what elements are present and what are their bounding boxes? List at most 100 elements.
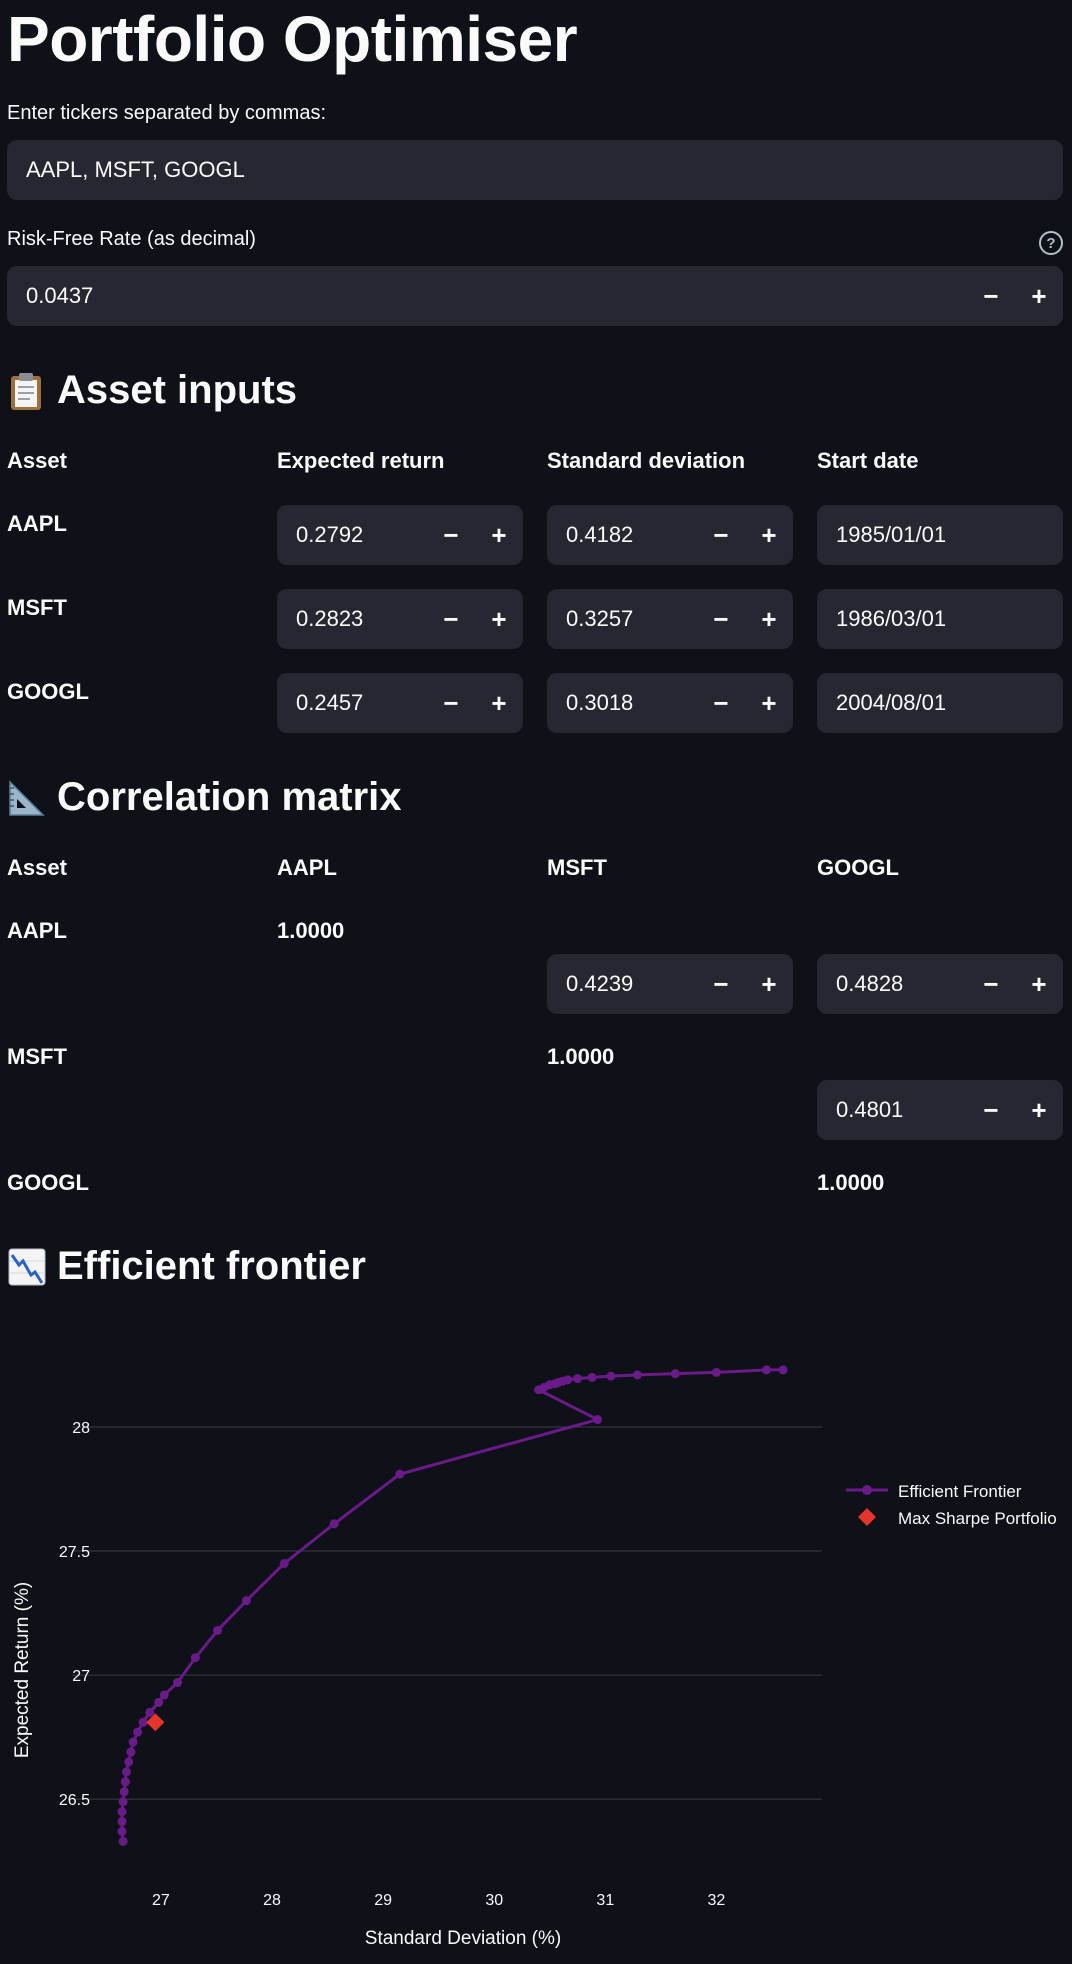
decrement-button[interactable]: − [967,281,1015,312]
decrement-button[interactable]: − [697,969,745,1000]
frontier-point[interactable] [778,1365,788,1375]
col-header-expected-return: Expected return [277,448,445,473]
frontier-point[interactable] [118,1836,128,1846]
decrement-button[interactable]: − [967,969,1015,1000]
increment-button[interactable]: + [745,604,793,635]
col-header-aapl: AAPL [277,855,337,880]
increment-button[interactable]: + [1015,969,1063,1000]
efficient-frontier-chart[interactable]: 27 28 29 30 31 32 26.5 27 27.5 28 Standard Devia… [0,1300,1072,1960]
legend-diamond-swatch [858,1508,876,1526]
frontier-point[interactable] [711,1367,721,1377]
frontier-point[interactable] [593,1415,603,1425]
frontier-point[interactable] [395,1469,405,1479]
frontier-point[interactable] [633,1370,643,1380]
start-date-input[interactable]: 1986/03/01 [817,589,1063,649]
std-dev-input[interactable]: 0.3018 − + [547,673,793,733]
frontier-point[interactable] [118,1797,128,1807]
input-value: 0.4182 [566,522,634,547]
col-header-asset: Asset [7,855,67,880]
decrement-button[interactable]: − [427,604,475,635]
input-value: 1986/03/01 [836,606,947,631]
frontier-point[interactable] [279,1558,289,1568]
frontier-point[interactable] [761,1365,771,1375]
col-header-asset: Asset [7,448,67,473]
frontier-point[interactable] [117,1807,127,1817]
tickers-input[interactable]: AAPL, MSFT, GOOGL [7,140,1063,200]
frontier-point[interactable] [145,1707,155,1717]
legend-label-frontier[interactable]: Efficient Frontier [898,1482,1022,1501]
help-icon[interactable]: ? [1039,231,1063,255]
frontier-point[interactable] [124,1757,134,1767]
increment-button[interactable]: + [1015,281,1063,312]
legend-dot-swatch [862,1485,872,1495]
input-value: 0.2457 [296,690,364,715]
std-dev-input[interactable]: 0.3257 − + [547,589,793,649]
frontier-point[interactable] [121,1767,131,1777]
row-label-aapl: AAPL [7,918,67,943]
corr-msft-googl-input[interactable]: 0.4801 − + [817,1080,1063,1140]
diag-value: 1.0000 [277,918,345,943]
frontier-point[interactable] [159,1690,169,1700]
decrement-button[interactable]: − [697,688,745,719]
frontier-point[interactable] [190,1653,200,1663]
decrement-button[interactable]: − [427,520,475,551]
risk-free-value: 0.0437 [26,283,94,308]
frontier-point[interactable] [670,1369,680,1379]
frontier-point[interactable] [138,1717,148,1727]
corr-aapl-msft-input[interactable]: 0.4239 − + [547,954,793,1014]
increment-button[interactable]: + [475,520,523,551]
input-value: 2004/08/01 [836,690,947,715]
std-dev-input[interactable]: 0.4182 − + [547,505,793,565]
y-tick-label: 27.5 [59,1544,90,1561]
frontier-point[interactable] [133,1727,143,1737]
legend-label-max-sharpe[interactable]: Max Sharpe Portfolio [898,1509,1057,1528]
input-value: 0.3018 [566,690,634,715]
correlation-heading: Correlation matrix [7,775,402,820]
expected-return-input[interactable]: 0.2792 − + [277,505,523,565]
frontier-point[interactable] [120,1777,130,1787]
x-axis-label: Standard Deviation (%) [365,1928,561,1949]
start-date-input[interactable]: 1985/01/01 [817,505,1063,565]
frontier-point[interactable] [173,1678,183,1688]
legend: Efficient Frontier Max Sharpe Portfolio [846,1482,1057,1528]
expected-return-input[interactable]: 0.2457 − + [277,673,523,733]
frontier-line [120,1368,784,1842]
row-label-msft: MSFT [7,1044,67,1069]
decrement-button[interactable]: − [697,520,745,551]
frontier-point[interactable] [119,1787,129,1797]
frontier-point[interactable] [563,1375,573,1385]
col-header-start-date: Start date [817,448,919,473]
frontier-point[interactable] [126,1747,136,1757]
frontier-point[interactable] [154,1697,164,1707]
frontier-point[interactable] [587,1372,597,1382]
row-label-googl: GOOGL [7,1170,89,1195]
frontier-point[interactable] [606,1371,616,1381]
input-value: 0.4239 [566,971,634,996]
x-tick-label: 27 [152,1892,170,1909]
decrement-button[interactable]: − [967,1095,1015,1126]
y-tick-label: 27 [72,1668,90,1685]
increment-button[interactable]: + [475,688,523,719]
increment-button[interactable]: + [745,688,793,719]
decrement-button[interactable]: − [427,688,475,719]
clipboard-icon [11,372,41,410]
frontier-point[interactable] [117,1816,127,1826]
frontier-point[interactable] [128,1737,138,1747]
risk-free-input[interactable]: 0.0437 − + [7,266,1063,326]
risk-free-label: Risk-Free Rate (as decimal) [7,228,256,250]
expected-return-input[interactable]: 0.2823 − + [277,589,523,649]
frontier-point[interactable] [329,1519,339,1529]
frontier-point[interactable] [573,1374,583,1384]
increment-button[interactable]: + [745,969,793,1000]
triangular-ruler-icon [9,779,45,816]
frontier-point[interactable] [213,1625,223,1635]
increment-button[interactable]: + [1015,1095,1063,1126]
start-date-input[interactable]: 2004/08/01 [817,673,1063,733]
frontier-point[interactable] [117,1826,127,1836]
chart-decreasing-icon [8,1248,46,1285]
increment-button[interactable]: + [475,604,523,635]
increment-button[interactable]: + [745,520,793,551]
corr-aapl-googl-input[interactable]: 0.4828 − + [817,954,1063,1014]
frontier-point[interactable] [241,1596,251,1606]
decrement-button[interactable]: − [697,604,745,635]
